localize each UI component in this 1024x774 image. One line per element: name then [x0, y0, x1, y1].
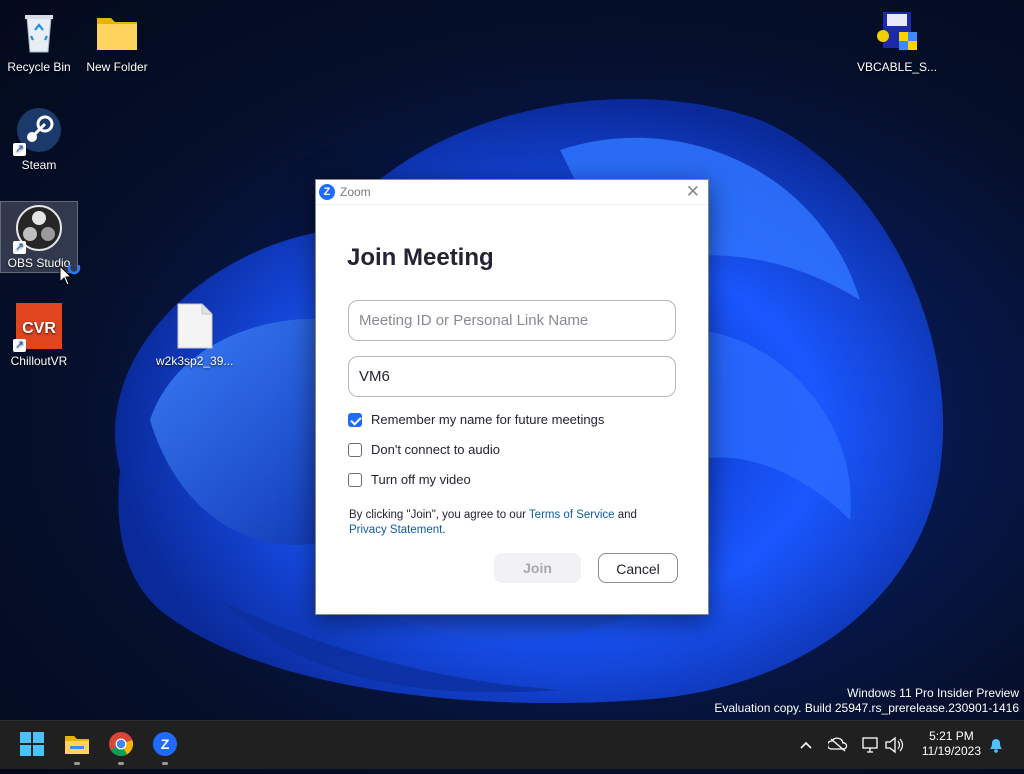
- video-off-option[interactable]: Turn off my video: [348, 472, 471, 487]
- taskbar: Z 5:21 PM 11/19/2023: [0, 720, 1024, 769]
- show-hidden-icons-chevron-icon[interactable]: [798, 721, 814, 769]
- desktop-icon-steam[interactable]: ↗ Steam: [1, 100, 77, 176]
- privacy-statement-link[interactable]: Privacy Statement: [349, 524, 442, 536]
- meeting-id-input[interactable]: [348, 300, 676, 341]
- shortcut-arrow-icon: ↗: [13, 143, 26, 156]
- desktop-icon-label: Steam: [21, 158, 57, 172]
- window-title: Zoom: [340, 185, 371, 199]
- zoom-icon[interactable]: Z: [152, 731, 180, 759]
- terms-of-service-link[interactable]: Terms of Service: [529, 509, 615, 521]
- notification-bell-icon[interactable]: [986, 721, 1006, 769]
- video-off-checkbox[interactable]: [348, 472, 362, 487]
- taskbar-clock[interactable]: 5:21 PM 11/19/2023: [922, 729, 981, 759]
- svg-text:Z: Z: [161, 736, 170, 752]
- chilloutvr-icon: CVR ↗: [13, 302, 63, 352]
- network-icon[interactable]: [860, 721, 880, 769]
- remember-name-option[interactable]: Remember my name for future meetings: [348, 412, 604, 427]
- shortcut-arrow-icon: ↗: [13, 241, 26, 254]
- start-icon[interactable]: [19, 731, 47, 759]
- onedrive-offline-icon[interactable]: [826, 721, 848, 769]
- legal-notice: By clicking "Join", you agree to our Ter…: [349, 508, 669, 538]
- dialog-heading: Join Meeting: [347, 244, 494, 271]
- running-indicator: [74, 762, 80, 765]
- chrome-icon[interactable]: [108, 731, 136, 759]
- close-icon[interactable]: ✕: [686, 182, 700, 202]
- desktop-icon-file[interactable]: w2k3sp2_39...: [156, 296, 234, 372]
- windows-watermark: Windows 11 Pro Insider Preview Evaluatio…: [714, 686, 1019, 716]
- steam-icon: ↗: [13, 106, 63, 156]
- shortcut-arrow-icon: ↗: [13, 339, 26, 352]
- remember-name-checkbox[interactable]: [348, 412, 362, 427]
- desktop-icon-label: VBCABLE_S...: [857, 60, 938, 74]
- legal-prefix: By clicking "Join", you agree to our: [349, 509, 529, 521]
- watermark-line1: Windows 11 Pro Insider Preview: [847, 686, 1019, 700]
- video-off-label: Turn off my video: [371, 472, 471, 487]
- dialog-titlebar[interactable]: Z Zoom ✕: [316, 180, 708, 205]
- desktop-icon-recycle-bin[interactable]: Recycle Bin: [1, 2, 77, 78]
- join-button[interactable]: Join: [494, 553, 581, 583]
- no-audio-checkbox[interactable]: [348, 442, 362, 457]
- installer-icon: [873, 8, 921, 56]
- desktop-icon-label: Recycle Bin: [7, 60, 71, 74]
- recycle-bin-icon: [15, 8, 63, 56]
- zoom-logo-icon: Z: [319, 184, 335, 200]
- desktop-icon-chilloutvr[interactable]: CVR ↗ ChilloutVR: [1, 296, 77, 372]
- folder-icon: [93, 8, 141, 56]
- no-audio-label: Don't connect to audio: [371, 442, 500, 457]
- volume-icon[interactable]: [884, 721, 904, 769]
- legal-and: and: [614, 509, 637, 521]
- remember-name-label: Remember my name for future meetings: [371, 412, 605, 427]
- desktop-icon-new-folder[interactable]: New Folder: [79, 2, 155, 78]
- clock-time: 5:21 PM: [929, 729, 974, 743]
- desktop-icon-label: New Folder: [86, 60, 148, 74]
- watermark-line2: Evaluation copy. Build 25947.rs_prerelea…: [714, 701, 1019, 715]
- desktop-icon-obs-studio[interactable]: ↗ OBS Studio: [0, 201, 78, 273]
- clock-date: 11/19/2023: [921, 744, 981, 758]
- legal-suffix: .: [442, 524, 446, 536]
- display-name-input[interactable]: [348, 356, 676, 397]
- svg-text:CVR: CVR: [22, 320, 56, 337]
- mouse-cursor: [59, 261, 83, 294]
- file-icon: [170, 302, 218, 350]
- running-indicator: [162, 762, 168, 765]
- desktop-icon-vbcable[interactable]: VBCABLE_S...: [857, 2, 937, 78]
- zoom-join-dialog: Z Zoom ✕ Join Meeting Remember my name f…: [315, 179, 709, 615]
- no-audio-option[interactable]: Don't connect to audio: [348, 442, 500, 457]
- cancel-button[interactable]: Cancel: [598, 553, 678, 583]
- obs-icon: ↗: [13, 204, 63, 254]
- desktop-icon-label: ChilloutVR: [10, 354, 68, 368]
- desktop-icon-label: w2k3sp2_39...: [156, 354, 234, 368]
- file-explorer-icon[interactable]: [64, 731, 92, 759]
- running-indicator: [118, 762, 124, 765]
